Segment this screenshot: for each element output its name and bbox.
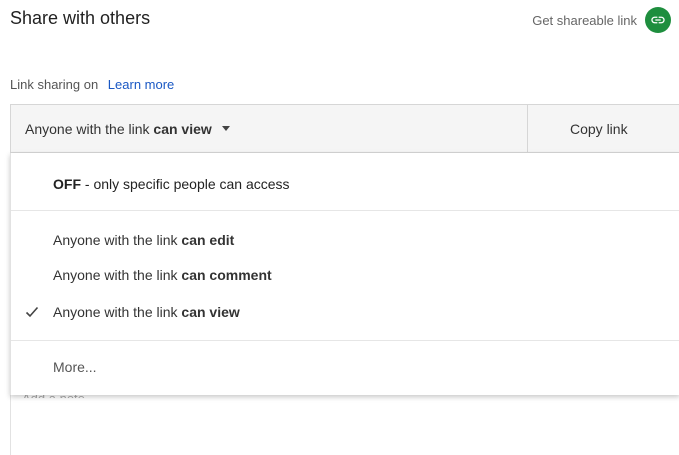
link-sharing-status: Link sharing on Learn more [10,77,174,92]
menu-divider [11,340,679,341]
menu-item-off-text: - only specific people can access [81,176,290,192]
get-shareable-link-button[interactable]: Get shareable link [532,7,671,33]
menu-item-prefix: Anyone with the link [53,232,182,248]
menu-item-off[interactable]: OFF - only specific people can access [11,168,679,200]
learn-more-link[interactable]: Learn more [108,77,174,92]
menu-item-off-strong: OFF [53,176,81,192]
share-bar: Anyone with the link can view Copy link [10,104,679,153]
menu-item-can-comment[interactable]: Anyone with the link can comment [11,259,679,291]
menu-item-can-view[interactable]: Anyone with the link can view [11,296,679,328]
link-icon[interactable] [645,7,671,33]
menu-divider [11,210,679,211]
menu-item-can-edit[interactable]: Anyone with the link can edit [11,224,679,256]
menu-item-permission: can edit [181,232,235,248]
menu-item-prefix: Anyone with the link [53,304,182,320]
get-shareable-link-label: Get shareable link [532,12,637,28]
menu-item-more-label: More... [53,359,97,375]
link-access-dropdown[interactable]: Anyone with the link can view [11,105,527,152]
checkmark-icon [25,306,39,318]
access-menu: OFF - only specific people can access An… [10,153,679,395]
menu-item-permission: can comment [181,267,272,283]
access-select-prefix: Anyone with the link [25,120,154,137]
access-select-value: can view [153,120,212,137]
note-textarea[interactable] [10,395,679,455]
dialog-title: Share with others [10,8,151,28]
menu-item-permission: can view [181,304,240,320]
copy-link-button[interactable]: Copy link [527,105,679,152]
menu-item-more[interactable]: More... [11,351,679,383]
menu-item-prefix: Anyone with the link [53,267,182,283]
caret-down-icon [221,126,230,131]
link-sharing-status-text: Link sharing on [10,77,99,92]
